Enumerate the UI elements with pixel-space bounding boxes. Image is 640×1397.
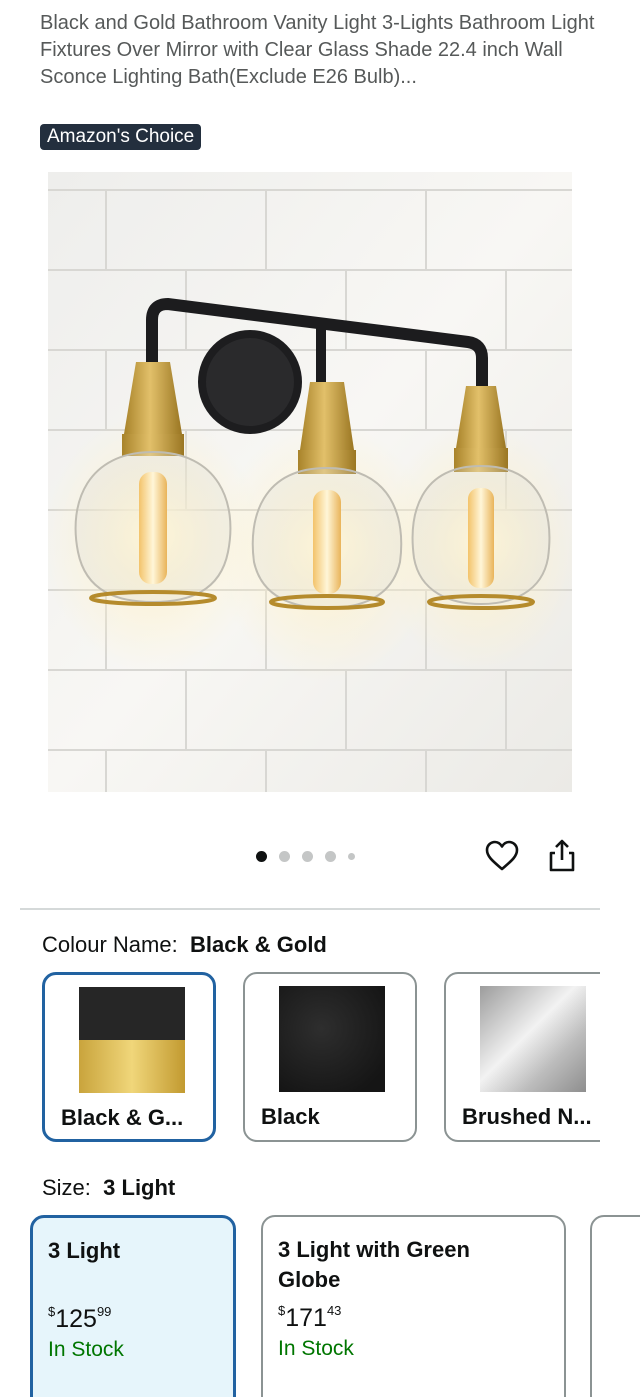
colour-swatch-list[interactable]: Black & G... Black Brushed N... bbox=[0, 970, 600, 1148]
product-title[interactable]: Black and Gold Bathroom Vanity Light 3-L… bbox=[40, 10, 600, 91]
stock-status: In Stock bbox=[278, 1337, 354, 1360]
price-fraction: 43 bbox=[326, 1303, 342, 1318]
colour-label: Colour Name: bbox=[42, 932, 178, 957]
stock-status: In Stock bbox=[48, 1338, 124, 1361]
colour-label-row: Colour Name: Black & Gold bbox=[42, 932, 327, 958]
size-option-next-partial[interactable] bbox=[590, 1215, 640, 1397]
size-label-row: Size: 3 Light bbox=[42, 1175, 175, 1201]
carousel-dot-2[interactable] bbox=[279, 850, 290, 862]
swatch-label: Black & G... bbox=[61, 1105, 184, 1130]
size-option-list[interactable]: 3 Light $12599 In Stock 3 Light with Gre… bbox=[0, 1212, 640, 1397]
image-carousel-dots[interactable] bbox=[256, 850, 355, 862]
carousel-dot-3[interactable] bbox=[302, 850, 313, 862]
colour-swatch-black-gold[interactable]: Black & G... bbox=[42, 972, 216, 1142]
wishlist-button[interactable] bbox=[484, 838, 520, 874]
price-whole: 125 bbox=[55, 1305, 97, 1333]
black-gold-swatch-image bbox=[79, 987, 185, 1093]
carousel-dot-5[interactable] bbox=[348, 852, 355, 860]
product-image[interactable] bbox=[48, 172, 572, 792]
size-option-3-light[interactable]: 3 Light $12599 In Stock bbox=[30, 1215, 236, 1397]
size-option-name: 3 Light bbox=[48, 1238, 121, 1263]
swatch-label: Black bbox=[261, 1104, 320, 1129]
amazons-choice-badge: Amazon's Choice bbox=[40, 124, 202, 150]
colour-swatch-black[interactable]: Black bbox=[243, 972, 417, 1142]
size-option-price: $17143 bbox=[278, 1303, 341, 1333]
size-option-price: $12599 bbox=[48, 1304, 111, 1334]
colour-selected-value: Black & Gold bbox=[189, 932, 327, 957]
colour-swatch-brushed-nickel[interactable]: Brushed N... bbox=[444, 972, 600, 1142]
price-fraction: 99 bbox=[96, 1304, 112, 1319]
size-option-name: 3 Light with Green Globe bbox=[278, 1237, 470, 1292]
share-icon bbox=[549, 839, 575, 872]
size-option-3-light-green-globe[interactable]: 3 Light with Green Globe $17143 In Stock bbox=[261, 1215, 566, 1397]
size-label: Size: bbox=[42, 1175, 91, 1200]
brushed-nickel-swatch-image bbox=[480, 986, 586, 1092]
size-selected-value: 3 Light bbox=[103, 1175, 176, 1200]
price-whole: 171 bbox=[285, 1304, 327, 1332]
section-divider bbox=[20, 908, 600, 910]
black-swatch-image bbox=[279, 986, 385, 1092]
heart-icon bbox=[485, 840, 519, 871]
share-button[interactable] bbox=[544, 838, 580, 874]
swatch-label: Brushed N... bbox=[462, 1104, 592, 1129]
carousel-dot-1[interactable] bbox=[256, 850, 267, 862]
carousel-dot-4[interactable] bbox=[325, 850, 336, 862]
